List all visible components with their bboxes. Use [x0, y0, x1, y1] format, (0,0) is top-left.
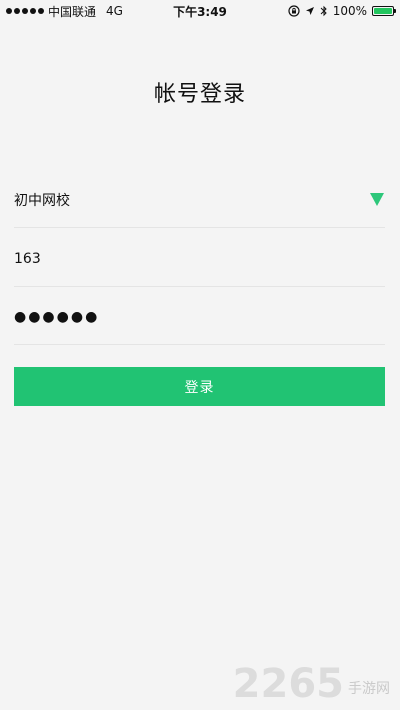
signal-strength-icon: [6, 8, 44, 14]
battery-percent: 100%: [332, 4, 367, 18]
watermark-text: 手游网: [348, 681, 390, 697]
account-input[interactable]: 163: [14, 231, 385, 287]
school-select[interactable]: 初中网校: [14, 172, 385, 228]
account-value: 163: [14, 250, 41, 267]
watermark-logo: 2265 手游网: [233, 664, 390, 704]
watermark-number: 2265: [232, 661, 344, 707]
bluetooth-icon: [320, 5, 327, 17]
battery-fill: [374, 8, 392, 14]
status-bar: 中国联通 4G 下午3:49 100%: [0, 0, 400, 22]
login-button[interactable]: 登录: [14, 367, 385, 406]
battery-icon: [372, 6, 396, 16]
status-left: 中国联通 4G: [6, 3, 288, 20]
dropdown-triangle-icon[interactable]: [370, 193, 384, 206]
lock-rotation-icon: [288, 5, 300, 17]
password-mask: ●●●●●●: [14, 308, 100, 325]
carrier-label: 中国联通: [48, 4, 97, 19]
school-value: 初中网校: [14, 192, 70, 209]
location-arrow-icon: [305, 7, 314, 15]
password-input[interactable]: ●●●●●●: [14, 289, 385, 345]
status-right: 100%: [288, 4, 396, 18]
page-title: 帐号登录: [153, 82, 246, 107]
network-type: 4G: [106, 4, 123, 18]
